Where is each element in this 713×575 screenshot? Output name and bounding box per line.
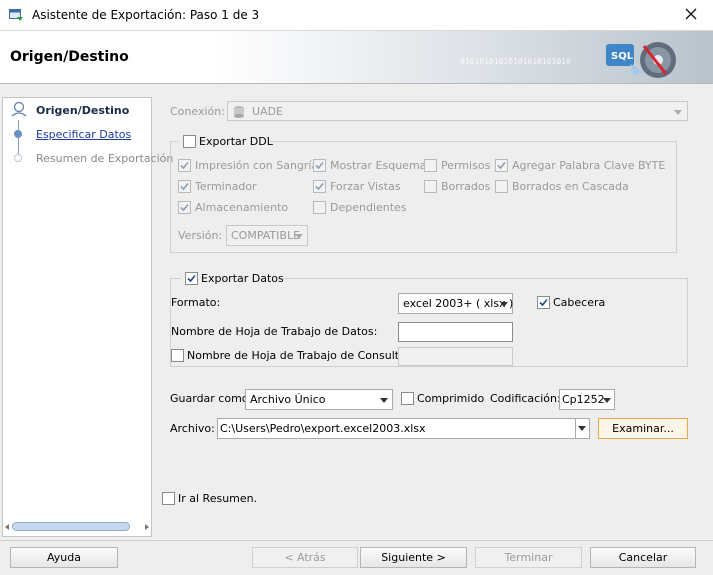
data-sheet-label: Nombre de Hoja de Trabajo de Datos:	[171, 325, 378, 338]
svg-text:SQL: SQL	[611, 51, 634, 62]
ddl-option-checkbox	[495, 159, 508, 172]
chevron-down-icon	[578, 426, 586, 431]
finish-button: Terminar	[475, 547, 582, 568]
ddl-option-label: Dependientes	[330, 201, 407, 214]
step-label: Origen/Destino	[36, 104, 130, 117]
connection-value: UADE	[252, 105, 283, 118]
connection-select: UADE	[227, 101, 688, 121]
step-item-resumen: Resumen de Exportación	[36, 152, 174, 165]
version-label: Versión:	[178, 229, 223, 242]
ddl-option-label: Agregar Palabra Clave BYTE	[512, 159, 666, 172]
page-title: Origen/Destino	[10, 49, 129, 65]
scrollbar-thumb[interactable]	[12, 522, 130, 531]
export-data-label: Exportar Datos	[201, 272, 284, 285]
ddl-option-checkbox	[495, 180, 508, 193]
chevron-down-icon	[674, 110, 682, 115]
footer-separator	[0, 540, 713, 541]
data-sheet-input[interactable]	[398, 322, 513, 342]
ddl-option-checkbox	[178, 201, 191, 214]
ddl-option-checkbox	[313, 180, 326, 193]
chevron-down-icon	[603, 398, 611, 403]
version-value: COMPATIBLE	[231, 229, 301, 242]
cancel-button[interactable]: Cancelar	[590, 547, 696, 568]
step-dot-icon	[14, 154, 22, 162]
header-binary-decoration: 01010101010101010101010	[460, 57, 571, 66]
ddl-option-label: Terminador	[195, 180, 257, 193]
ddl-option-label: Impresión con Sangría	[195, 159, 319, 172]
close-icon	[685, 8, 697, 20]
sql-export-graphic: SQL	[604, 36, 684, 82]
go-to-summary-checkbox[interactable]	[162, 492, 175, 505]
save-as-select[interactable]: Archivo Único	[245, 389, 393, 410]
ddl-option-checkbox	[424, 180, 437, 193]
ddl-option-label: Almacenamiento	[195, 201, 289, 214]
version-select: COMPATIBLE	[226, 225, 308, 246]
ddl-option-checkbox	[424, 159, 437, 172]
export-wizard-icon	[9, 9, 24, 22]
encoding-label: Codificación:	[490, 392, 561, 405]
window-title: Asistente de Exportación: Paso 1 de 3	[32, 8, 260, 22]
close-button[interactable]	[676, 4, 706, 26]
export-data-checkbox[interactable]	[185, 272, 198, 285]
chevron-down-icon	[380, 398, 388, 403]
ddl-option-label: Mostrar Esquema	[330, 159, 427, 172]
ddl-option-label: Permisos	[441, 159, 491, 172]
header-checkbox[interactable]	[537, 296, 550, 309]
save-as-value: Archivo Único	[250, 393, 326, 406]
query-sheet-input	[398, 347, 513, 366]
query-sheet-label: Nombre de Hoja de Trabajo de Consultas:	[187, 349, 416, 362]
query-sheet-checkbox[interactable]	[171, 349, 184, 362]
ddl-option-checkbox	[178, 159, 191, 172]
chevron-down-icon	[500, 302, 508, 307]
export-ddl-label: Exportar DDL	[199, 135, 273, 148]
next-button[interactable]: Siguiente >	[360, 547, 467, 568]
header-label: Cabecera	[553, 296, 606, 309]
ddl-option-label: Borrados	[441, 180, 491, 193]
connection-label: Conexión:	[170, 105, 225, 118]
encoding-value: Cp1252	[562, 393, 605, 406]
compressed-checkbox[interactable]	[401, 392, 414, 405]
save-as-label: Guardar como	[170, 392, 249, 405]
back-button: < Atrás	[252, 547, 358, 568]
database-icon	[233, 105, 247, 121]
compressed-label: Comprimido	[417, 392, 485, 405]
format-label: Formato:	[171, 296, 221, 309]
export-ddl-checkbox[interactable]	[183, 135, 196, 148]
help-button[interactable]: Ayuda	[10, 547, 118, 568]
ddl-option-checkbox	[178, 180, 191, 193]
browse-button[interactable]: Examinar...	[598, 418, 688, 439]
step-dot-icon	[14, 130, 22, 138]
format-select[interactable]: excel 2003+ ( xlsx )	[398, 293, 513, 314]
ddl-option-checkbox	[313, 159, 326, 172]
ddl-option-label: Forzar Vistas	[330, 180, 401, 193]
step-link-especificar-datos[interactable]: Especificar Datos	[36, 128, 131, 141]
chevron-down-icon	[295, 234, 303, 239]
file-path-value: C:\Users\Pedro\export.excel2003.xlsx	[220, 422, 426, 435]
ddl-option-checkbox	[313, 201, 326, 214]
file-label: Archivo:	[170, 422, 215, 435]
ddl-option-label: Borrados en Cascada	[512, 180, 629, 193]
file-path-combo[interactable]: C:\Users\Pedro\export.excel2003.xlsx	[217, 418, 590, 439]
format-value: excel 2003+ ( xlsx )	[403, 297, 514, 310]
current-step-icon	[11, 101, 27, 117]
encoding-select[interactable]: Cp1252	[559, 389, 615, 410]
go-to-summary-label: Ir al Resumen.	[178, 492, 258, 505]
